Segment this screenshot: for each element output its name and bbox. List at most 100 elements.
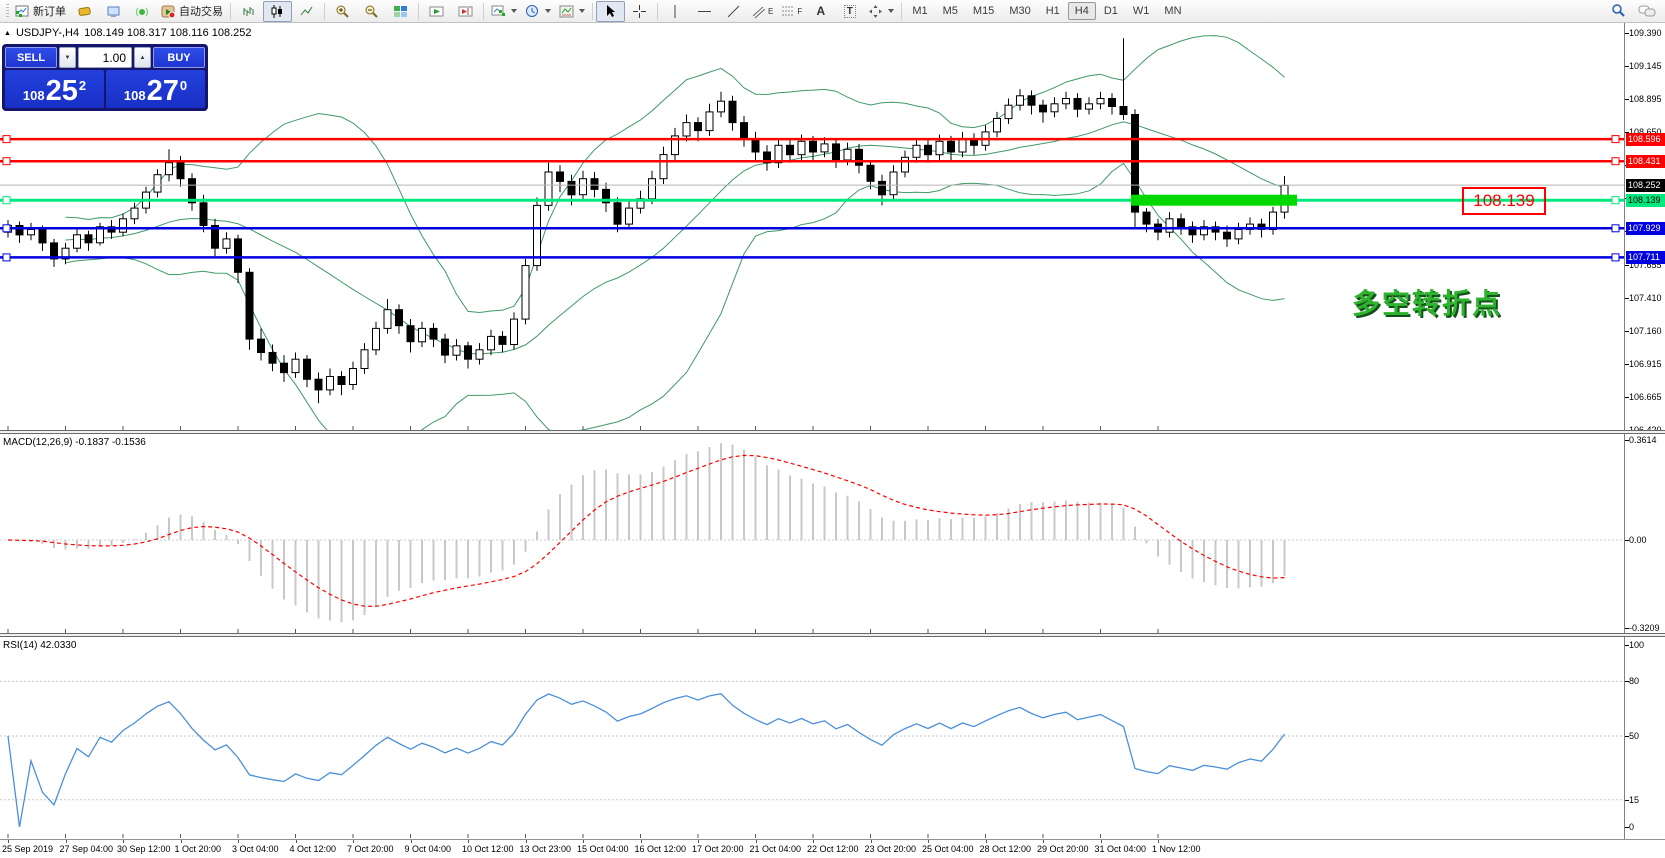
signals-icon bbox=[135, 4, 150, 19]
timeframe-M1[interactable]: M1 bbox=[905, 2, 934, 20]
indicators-dropdown[interactable] bbox=[487, 1, 521, 22]
line-chart-button[interactable] bbox=[292, 1, 321, 22]
trendline-button[interactable] bbox=[719, 1, 748, 22]
templates-dropdown[interactable] bbox=[555, 1, 589, 22]
price-line-label: 108.431 bbox=[1626, 155, 1665, 168]
auto-scroll-icon bbox=[429, 4, 444, 19]
panel-separator[interactable] bbox=[0, 430, 1665, 434]
main-price-chart[interactable] bbox=[0, 23, 1624, 430]
tile-windows-button[interactable] bbox=[386, 1, 415, 22]
time-tick-mark bbox=[583, 840, 584, 843]
panel-separator[interactable] bbox=[0, 633, 1665, 637]
rsi-tick-label: 0 bbox=[1629, 822, 1634, 832]
sell-price-sup: 2 bbox=[79, 78, 86, 93]
new-order-button[interactable]: 新订单 bbox=[11, 1, 70, 22]
chart-shift-icon bbox=[458, 4, 473, 19]
quotes-icon bbox=[77, 4, 92, 19]
chart-shift-button[interactable] bbox=[451, 1, 480, 22]
timeframe-MN[interactable]: MN bbox=[1157, 2, 1188, 20]
macd-panel[interactable] bbox=[0, 434, 1624, 633]
zoom-out-icon bbox=[364, 4, 379, 19]
arrows-dropdown[interactable] bbox=[864, 1, 898, 22]
text-tool-icon: A bbox=[817, 4, 826, 18]
hline-button[interactable] bbox=[690, 1, 719, 22]
label-button[interactable]: T bbox=[835, 1, 864, 22]
rsi-tick-label: 15 bbox=[1629, 795, 1639, 805]
toolbar-separator bbox=[901, 3, 902, 20]
buy-price-big: 27 bbox=[147, 77, 179, 106]
time-tick-mark bbox=[411, 840, 412, 843]
buy-button[interactable]: BUY bbox=[153, 47, 205, 68]
text-button[interactable]: A bbox=[806, 1, 835, 22]
macd-tick-label: -0.3209 bbox=[1629, 623, 1660, 633]
cursor-button[interactable] bbox=[596, 1, 625, 22]
channel-button[interactable]: E bbox=[748, 1, 777, 22]
time-tick-mark bbox=[526, 840, 527, 843]
zoom-out-button[interactable] bbox=[357, 1, 386, 22]
signals-button[interactable] bbox=[128, 1, 157, 22]
quotes-button[interactable] bbox=[70, 1, 99, 22]
toolbar-separator bbox=[230, 3, 231, 20]
buy-price-display[interactable]: 108 27 0 bbox=[106, 70, 205, 108]
timeframe-H4[interactable]: H4 bbox=[1068, 2, 1096, 20]
macd-tick-label: 0.00 bbox=[1629, 535, 1647, 545]
timeframe-W1[interactable]: W1 bbox=[1126, 2, 1157, 20]
volume-decrease-button[interactable]: ▼ bbox=[59, 47, 76, 68]
volume-input[interactable]: 1.00 bbox=[78, 47, 132, 68]
time-tick-label: 17 Oct 20:00 bbox=[692, 844, 744, 854]
fibonacci-icon bbox=[781, 4, 794, 19]
zoom-in-button[interactable] bbox=[328, 1, 357, 22]
time-tick-label: 15 Oct 04:00 bbox=[577, 844, 629, 854]
timeframe-M15[interactable]: M15 bbox=[966, 2, 1001, 20]
time-tick-label: 30 Sep 12:00 bbox=[117, 844, 171, 854]
macd-tick-label: 0.3614 bbox=[1629, 435, 1657, 445]
channel-letter: E bbox=[768, 7, 773, 16]
indicators-icon bbox=[491, 4, 506, 19]
price-line-label: 108.596 bbox=[1626, 133, 1665, 146]
terminal-button[interactable] bbox=[99, 1, 128, 22]
turning-point-note[interactable]: 多空转折点 bbox=[1352, 282, 1502, 322]
time-tick-mark bbox=[871, 840, 872, 843]
new-order-label: 新订单 bbox=[33, 3, 66, 19]
rsi-label: RSI(14) 42.0330 bbox=[3, 640, 76, 651]
time-tick-label: 21 Oct 04:00 bbox=[750, 844, 802, 854]
time-axis[interactable]: 25 Sep 201927 Sep 04:0030 Sep 12:001 Oct… bbox=[0, 839, 1665, 858]
time-tick-label: 4 Oct 12:00 bbox=[290, 844, 337, 854]
time-tick-mark bbox=[986, 840, 987, 843]
time-tick-label: 10 Oct 12:00 bbox=[462, 844, 514, 854]
rsi-panel[interactable] bbox=[0, 637, 1624, 838]
rsi-tick-label: 50 bbox=[1629, 731, 1639, 741]
price-tick-label: 106.665 bbox=[1629, 392, 1662, 402]
price-callout-textbox[interactable]: 108.139 bbox=[1462, 187, 1546, 215]
price-line-label: 108.139 bbox=[1626, 194, 1665, 207]
price-line-label: 107.711 bbox=[1626, 251, 1665, 264]
candle-chart-button[interactable] bbox=[263, 1, 292, 22]
timeframe-D1[interactable]: D1 bbox=[1097, 2, 1125, 20]
sell-price-display[interactable]: 108 25 2 bbox=[5, 70, 104, 108]
time-tick-mark bbox=[1043, 840, 1044, 843]
sell-button[interactable]: SELL bbox=[5, 47, 57, 68]
collapse-icon[interactable]: ▲ bbox=[4, 30, 11, 37]
chat-button[interactable] bbox=[1632, 1, 1661, 22]
chat-icon bbox=[1638, 3, 1656, 19]
bar-chart-button[interactable] bbox=[234, 1, 263, 22]
vline-button[interactable] bbox=[661, 1, 690, 22]
rsi-tick-label: 100 bbox=[1629, 640, 1644, 650]
price-tick-label: 109.390 bbox=[1629, 28, 1662, 38]
time-tick-label: 25 Oct 04:00 bbox=[922, 844, 974, 854]
timeframe-H1[interactable]: H1 bbox=[1039, 2, 1067, 20]
crosshair-icon bbox=[632, 4, 647, 19]
autotrading-button[interactable]: 自动交易 bbox=[157, 1, 227, 22]
timeframe-M30[interactable]: M30 bbox=[1002, 2, 1037, 20]
fibonacci-button[interactable]: F bbox=[777, 1, 806, 22]
time-tick-mark bbox=[296, 840, 297, 843]
auto-scroll-button[interactable] bbox=[422, 1, 451, 22]
timeframe-M5[interactable]: M5 bbox=[936, 2, 965, 20]
time-tick-label: 31 Oct 04:00 bbox=[1095, 844, 1147, 854]
search-button[interactable] bbox=[1603, 1, 1632, 22]
volume-increase-button[interactable]: ▲ bbox=[134, 47, 151, 68]
time-tick-mark bbox=[353, 840, 354, 843]
crosshair-button[interactable] bbox=[625, 1, 654, 22]
time-tick-mark bbox=[1101, 840, 1102, 843]
periods-dropdown[interactable] bbox=[521, 1, 555, 22]
